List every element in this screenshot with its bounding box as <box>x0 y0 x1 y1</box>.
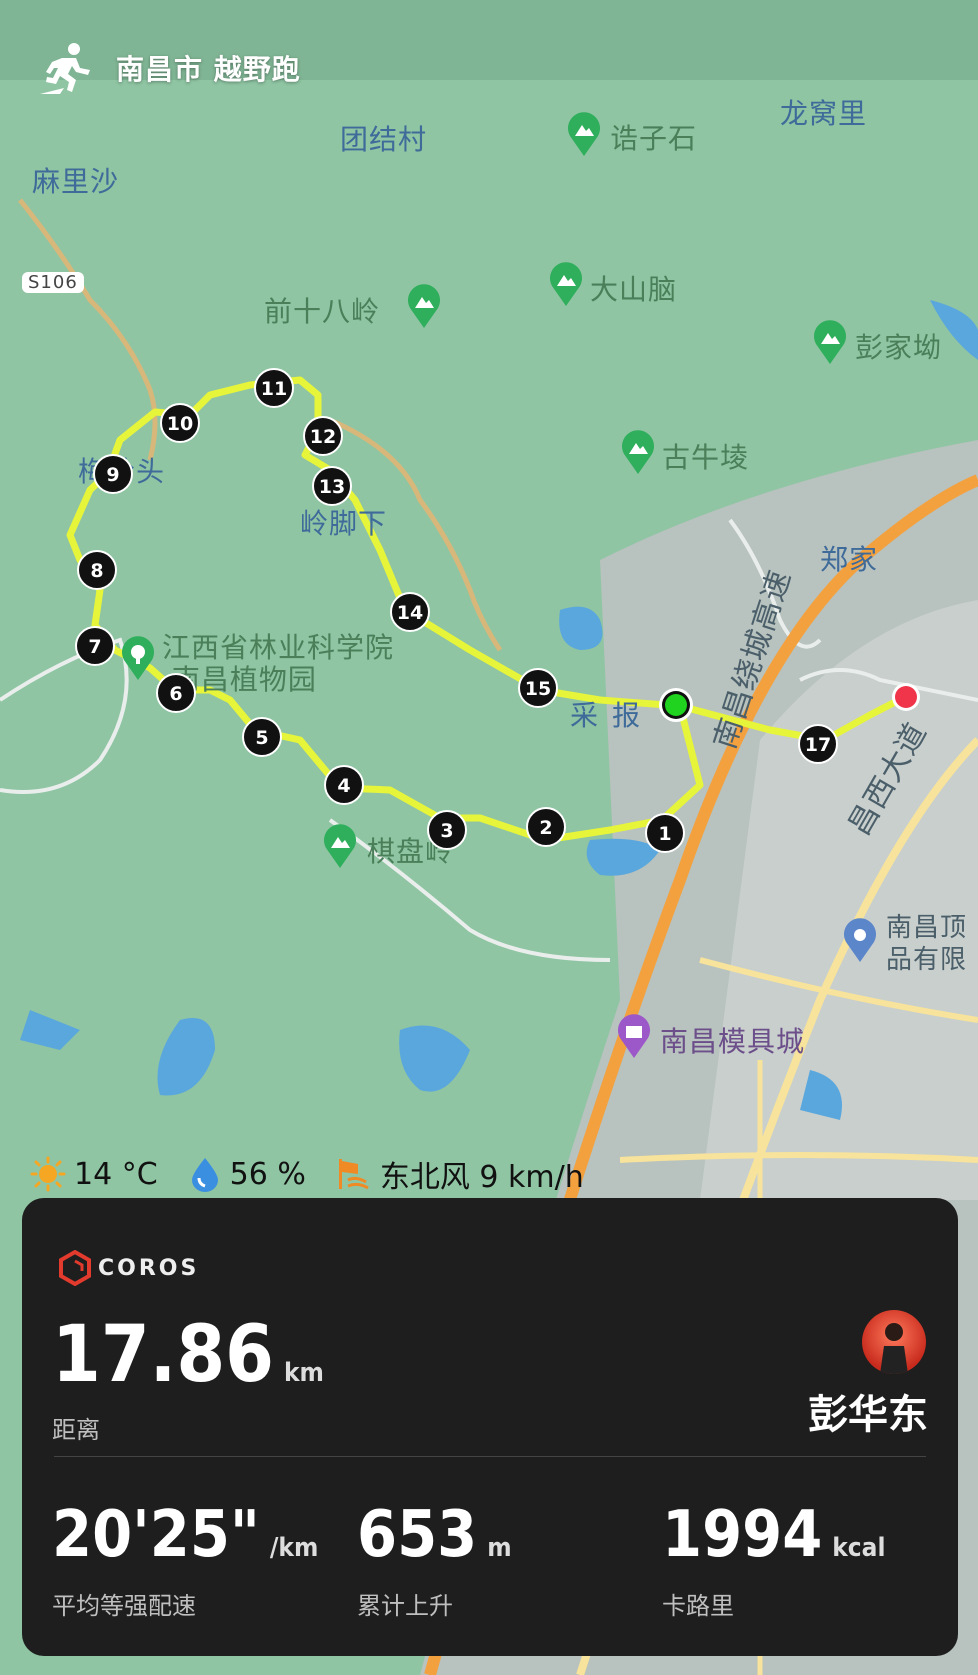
mountain-pin-icon[interactable] <box>566 112 602 158</box>
place-label: 南昌模具城 <box>660 1025 806 1058</box>
humidity-value: 56 % <box>229 1156 306 1192</box>
place-label: 南昌顶品有限 <box>886 913 968 975</box>
place-label: 梅岭头 <box>78 455 166 488</box>
tree-pin-icon[interactable] <box>120 636 156 682</box>
wind-value: 东北风 9 km/h <box>379 1160 584 1195</box>
brand-name: COROS <box>98 1255 200 1281</box>
temperature-item: 14 °C <box>30 1156 158 1192</box>
place-label: 江西省林业科学院·南昌植物园 <box>162 631 395 696</box>
pace-unit: /km <box>269 1533 319 1563</box>
place-label: 团结村 <box>340 123 428 156</box>
water-drop-icon <box>191 1158 218 1192</box>
place-label: 前十八岭 <box>264 295 381 328</box>
road-badge: S106 <box>22 272 84 293</box>
place-label: 诰子石 <box>610 122 698 155</box>
mountain-pin-icon[interactable] <box>406 284 442 330</box>
pace-label: 平均等强配速 <box>52 1592 196 1620</box>
user-avatar-image <box>880 1323 908 1374</box>
place-label: 棋盘岭 <box>367 835 455 868</box>
sun-icon <box>30 1156 66 1192</box>
mountain-pin-icon[interactable] <box>548 262 584 308</box>
pace-stat: 20'25" /km <box>52 1498 318 1572</box>
humidity-item: 56 % <box>188 1156 306 1192</box>
calories-value: 1994 <box>662 1498 823 1572</box>
runner-icon <box>40 43 90 94</box>
wind-item: 东北风 9 km/h <box>336 1152 584 1196</box>
coros-logo-icon <box>59 1250 91 1286</box>
distance-stat: 17.86 km <box>52 1310 324 1400</box>
temperature-value: 14 °C <box>74 1156 158 1192</box>
location-pin-icon[interactable] <box>842 918 878 964</box>
user-name: 彭华东 <box>808 1392 928 1438</box>
weather-bar: 14 °C 56 % 东北风 9 km/h <box>30 1152 614 1196</box>
distance-value: 17.86 <box>52 1310 274 1400</box>
place-label: 大山脑 <box>590 273 678 306</box>
card-divider <box>54 1456 926 1457</box>
wind-flag-icon <box>338 1159 369 1190</box>
ascent-value: 653 <box>357 1498 478 1572</box>
calories-stat: 1994 kcal <box>662 1498 885 1572</box>
place-label: 麻里沙 <box>32 165 120 198</box>
distance-label: 距离 <box>52 1416 100 1444</box>
ascent-unit: m <box>487 1533 512 1563</box>
ascent-label: 累计上升 <box>357 1592 453 1620</box>
pace-value: 20'25" <box>52 1498 260 1572</box>
mountain-pin-icon[interactable] <box>812 320 848 366</box>
place-label: 岭脚下 <box>300 507 388 540</box>
place-label: 龙窝里 <box>780 97 868 130</box>
calories-label: 卡路里 <box>662 1592 734 1620</box>
ascent-stat: 653 m <box>357 1498 512 1572</box>
activity-summary-card: COROS 17.86 km 距离 彭华东 20'25" /km 平均等强配速 65… <box>22 1198 958 1656</box>
place-label: 彭家坳 <box>855 331 943 364</box>
place-label: 郑家 <box>820 543 879 576</box>
place-label: 采报 <box>570 699 655 732</box>
activity-title: 南昌市 越野跑 <box>116 53 301 86</box>
distance-unit: km <box>283 1358 324 1388</box>
mountain-pin-icon[interactable] <box>322 824 358 870</box>
calories-unit: kcal <box>832 1533 886 1563</box>
activity-header: 南昌市 越野跑 <box>40 40 301 96</box>
avatar[interactable] <box>862 1310 926 1374</box>
mountain-pin-icon[interactable] <box>620 430 656 476</box>
shop-pin-icon[interactable] <box>616 1014 652 1060</box>
coros-logo: COROS <box>58 1250 199 1286</box>
place-label: 古牛堎 <box>662 441 750 474</box>
